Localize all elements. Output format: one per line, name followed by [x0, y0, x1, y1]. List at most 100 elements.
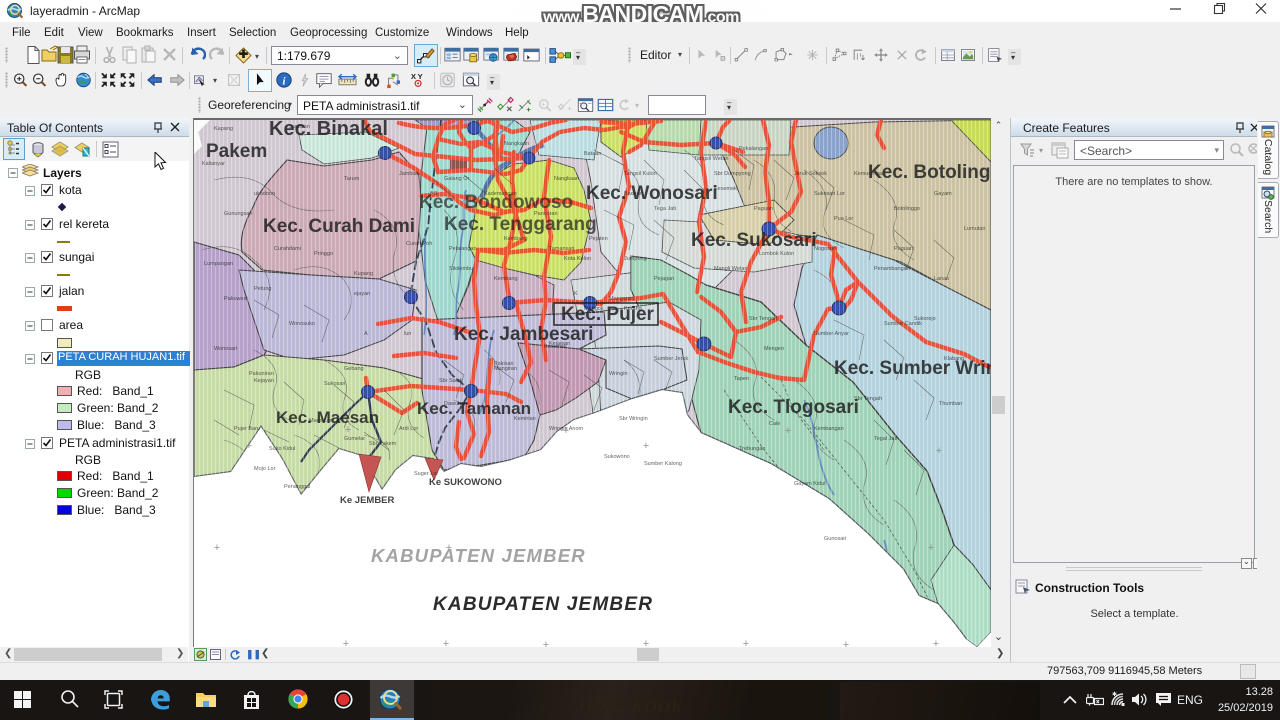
svg-text:Lombok Kulon: Lombok Kulon	[759, 251, 794, 257]
svg-text:Kemirian: Kemirian	[514, 416, 536, 422]
svg-text:Curah Poh: Curah Poh	[406, 241, 432, 247]
svg-text:Mengok: Mengok	[584, 306, 604, 312]
svg-text:Kec. Botolinggo: Kec. Botolinggo	[868, 162, 991, 183]
svg-text:Mojo Lor: Mojo Lor	[254, 466, 276, 472]
svg-text:Sbr Dumpyong: Sbr Dumpyong	[714, 171, 751, 177]
svg-text:Tega Jati: Tega Jati	[654, 206, 676, 212]
svg-text:Kota Kulon: Kota Kulon	[564, 256, 591, 262]
svg-text:Wringin Anom: Wringin Anom	[549, 426, 584, 432]
svg-text:Kec. Wonosari: Kec. Wonosari	[586, 183, 718, 204]
svg-text:Kembang: Kembang	[504, 236, 528, 242]
svg-text:Petung: Petung	[254, 286, 271, 292]
svg-text:Pakuniran: Pakuniran	[249, 371, 274, 377]
svg-text:✱: ✱	[1112, 691, 1117, 698]
svg-text:Pringgo: Pringgo	[314, 251, 333, 257]
svg-text:Botolinggo: Botolinggo	[894, 206, 920, 212]
svg-text:Trebungan: Trebungan	[739, 446, 765, 452]
svg-text:Kec. Jambesari: Kec. Jambesari	[454, 324, 593, 345]
svg-text:+: +	[933, 638, 939, 647]
svg-text:Kejawan: Kejawan	[549, 341, 570, 347]
svg-text:Sumber Kalong: Sumber Kalong	[644, 461, 682, 467]
svg-text:Silolembu: Silolembu	[449, 266, 473, 272]
svg-text:Maes Lor: Maes Lor	[309, 418, 332, 424]
svg-text:Kec. Sukosari: Kec. Sukosari	[691, 230, 817, 251]
svg-text:Wringin: Wringin	[609, 371, 628, 377]
svg-text:Pakem: Pakem	[206, 141, 267, 162]
svg-text:Sumber Jeruk: Sumber Jeruk	[654, 356, 688, 362]
svg-text:Pelalangan: Pelalangan	[449, 246, 477, 252]
svg-text:Mengen: Mengen	[764, 346, 784, 352]
svg-text:Pakisan: Pakisan	[494, 361, 514, 367]
svg-text:Jeruk Soksok: Jeruk Soksok	[794, 171, 827, 177]
svg-text:X: X	[411, 72, 417, 81]
svg-text:Kalianyar: Kalianyar	[202, 161, 225, 167]
svg-text:Pekalangan: Pekalangan	[739, 146, 768, 152]
svg-text:Gumelar: Gumelar	[344, 436, 365, 442]
svg-text:+: +	[785, 425, 791, 437]
svg-text:Lumutan: Lumutan	[964, 226, 985, 232]
svg-text:+: +	[443, 638, 449, 647]
svg-text:Bataan: Bataan	[584, 151, 601, 157]
svg-text:Sukosari: Sukosari	[324, 381, 345, 387]
svg-text:Sukowono: Sukowono	[604, 454, 630, 460]
svg-text:Wonosuko: Wonosuko	[289, 321, 315, 327]
svg-text:Nangkaan: Nangkaan	[504, 141, 529, 147]
svg-text:Gunosari: Gunosari	[824, 536, 846, 542]
svg-text:Penanggal: Penanggal	[284, 484, 310, 490]
svg-text:Paguan: Paguan	[754, 206, 773, 212]
svg-text:KABUPATEN JEMBER: KABUPATEN JEMBER	[371, 545, 586, 566]
svg-text:Kec. Binakal: Kec. Binakal	[269, 120, 388, 140]
svg-text:Sbr Wringin: Sbr Wringin	[619, 416, 648, 422]
svg-text:+: +	[928, 542, 934, 554]
svg-text:Galang Or: Galang Or	[444, 176, 470, 182]
svg-text:+: +	[743, 638, 749, 647]
svg-text:Nogosari: Nogosari	[814, 246, 836, 252]
svg-text:Sbr Tengah: Sbr Tengah	[749, 316, 777, 322]
svg-text:Suger Lor: Suger Lor	[414, 471, 438, 477]
svg-text:Tarum: Tarum	[344, 176, 360, 182]
svg-text:Tegal Jati: Tegal Jati	[874, 436, 897, 442]
svg-text:Penambangan: Penambangan	[874, 266, 910, 272]
svg-text:Jambian: Jambian	[289, 124, 310, 130]
svg-text:Kesemek: Kesemek	[714, 186, 737, 192]
svg-text:Pejaten: Pejaten	[589, 236, 608, 242]
svg-text:Kec. Sumber Wrin: Kec. Sumber Wrin	[834, 358, 991, 379]
svg-text:Nangkaan: Nangkaan	[554, 176, 579, 182]
svg-text:Mangli Wetan: Mangli Wetan	[714, 266, 748, 272]
svg-text:Dawuhan: Dawuhan	[444, 401, 467, 407]
svg-text:Sumber Candik: Sumber Candik	[884, 321, 922, 327]
svg-text:+: +	[526, 105, 531, 114]
svg-text:+: +	[541, 102, 545, 109]
svg-text:Paguan: Paguan	[894, 246, 913, 252]
svg-text:Sukosari Lor: Sukosari Lor	[814, 191, 845, 197]
svg-text:Pujer Baru: Pujer Baru	[234, 426, 260, 432]
svg-text:Sumber Anyar: Sumber Anyar	[814, 331, 849, 337]
svg-text:Mangaran: Mangaran	[609, 296, 634, 302]
svg-text:KABUPATEN JEMBER: KABUPATEN JEMBER	[433, 594, 653, 615]
svg-text:Gebang: Gebang	[344, 366, 364, 372]
svg-text:Kejayan: Kejayan	[254, 378, 274, 384]
svg-text:Sbr Pakem: Sbr Pakem	[369, 441, 397, 447]
svg-text:Jumpong: Jumpong	[624, 256, 647, 262]
svg-text:Gayam: Gayam	[934, 191, 952, 197]
svg-text:Kapang: Kapang	[214, 126, 233, 132]
svg-text:Ke SUKOWONO: Ke SUKOWONO	[429, 477, 502, 488]
svg-text:Tamansari: Tamansari	[549, 246, 574, 252]
svg-text:Jambian: Jambian	[399, 171, 420, 177]
svg-text:Lanas: Lanas	[934, 276, 949, 282]
svg-text:+: +	[214, 542, 220, 554]
svg-text:Thumban: Thumban	[939, 401, 962, 407]
svg-text:+: +	[843, 639, 849, 647]
svg-text:Kupang: Kupang	[354, 271, 373, 277]
svg-text:+: +	[343, 638, 349, 647]
svg-text:Y: Y	[418, 72, 423, 81]
svg-text:Kec. Curah Dami: Kec. Curah Dami	[263, 216, 415, 237]
svg-text:Pejagan: Pejagan	[654, 276, 674, 282]
svg-text:Ardi Lor: Ardi Lor	[399, 426, 418, 432]
svg-text:+: +	[643, 440, 649, 452]
svg-text:Pancoran: Pancoran	[534, 211, 558, 217]
svg-text:Gayam Kidul: Gayam Kidul	[794, 481, 826, 487]
svg-text:Kademangan: Kademangan	[484, 191, 517, 197]
svg-text:Gunungsari: Gunungsari	[224, 211, 252, 217]
svg-text:+: +	[543, 639, 549, 647]
